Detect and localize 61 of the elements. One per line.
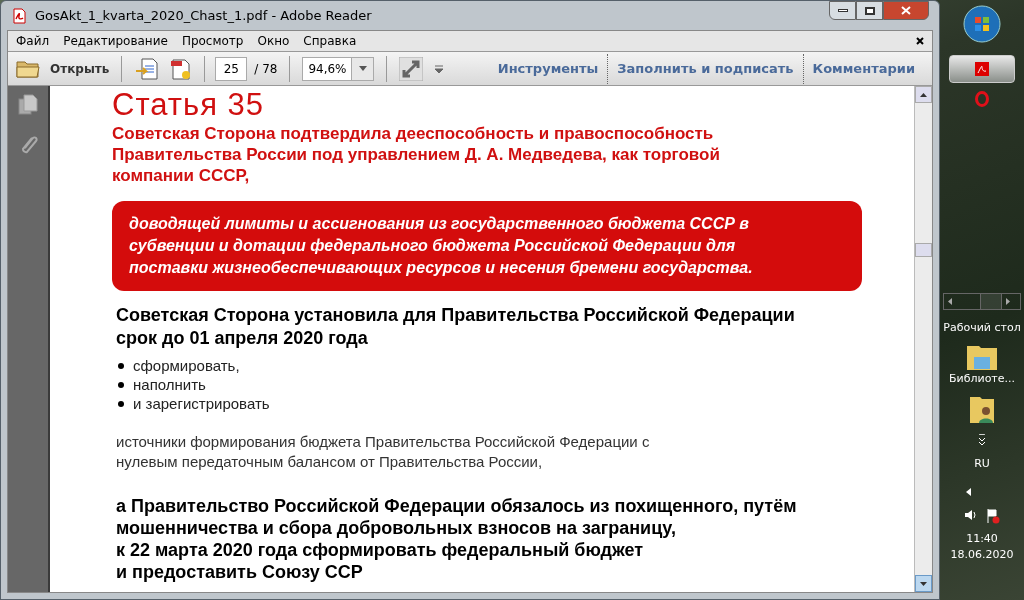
start-orb-icon[interactable] — [963, 5, 1001, 43]
pages-icon[interactable] — [18, 94, 38, 116]
pdf-icon — [975, 62, 989, 76]
expand-icon[interactable] — [399, 56, 424, 81]
clock-time[interactable]: 11:40 — [966, 530, 998, 547]
menu-item[interactable]: Просмотр — [181, 32, 244, 50]
close-icon — [901, 6, 911, 15]
overflow-icon[interactable] — [435, 64, 444, 73]
list-item: наполнить — [133, 375, 206, 394]
caret-icon — [358, 66, 367, 71]
caret-left-icon[interactable] — [966, 487, 971, 496]
language-indicator[interactable]: RU — [974, 456, 990, 473]
window-title: GosAkt_1_kvarta_2020_Chast_1.pdf - Adobe Reader — [35, 6, 372, 25]
folder-icon — [16, 58, 40, 79]
list-item: и зарегистрировать — [133, 394, 270, 413]
left-arrow-icon — [948, 298, 952, 305]
toolbar-label: Рабочий стол — [943, 320, 1021, 336]
pane-button[interactable]: Комментарии — [803, 58, 924, 79]
library-label[interactable]: Библиоте... — [948, 370, 1016, 387]
page-total: / 78 — [254, 60, 278, 78]
pane-button[interactable]: Инструменты — [488, 58, 608, 79]
paragraph-text: источники формирования бюджета Правительства Российской Федерации с нулевым передаточным балансом от Правительства России, — [116, 432, 651, 472]
pdf-icon — [11, 7, 27, 24]
menu-item[interactable]: Редактирование — [63, 32, 168, 50]
open-button[interactable]: Открыть — [16, 58, 110, 79]
chevron-down-icon[interactable] — [978, 437, 986, 446]
user-folder-icon[interactable] — [969, 395, 995, 425]
scrollbar-thumb[interactable] — [915, 243, 932, 257]
page-number-field[interactable]: 25 — [215, 56, 248, 81]
document-arrow-icon[interactable] — [134, 56, 161, 81]
menu-item[interactable]: Окно — [257, 32, 290, 50]
clock-date[interactable]: 18.06.2020 — [950, 547, 1014, 564]
minimize-button[interactable] — [829, 1, 856, 20]
scroll-up-button[interactable] — [915, 86, 932, 103]
right-arrow-icon — [1006, 298, 1010, 305]
scroll-down-button[interactable] — [915, 575, 932, 592]
bullet-icon — [118, 362, 124, 369]
scrollbar-thumb[interactable] — [981, 294, 1002, 309]
bullet-icon — [118, 381, 124, 388]
menu-item[interactable]: Справка — [303, 32, 357, 50]
conclusion-text: а Правительство Российской Федерации обязалось из похищенного, путём мошенничества и сбора добровольных взносов на заграницу, к 22 марта 2020 года сформировать федеральный бюджет и предоставить Союзу ССР — [116, 495, 798, 583]
down-arrow-icon — [920, 581, 927, 586]
highlight-box: доводящей лимиты и ассигнования из государственного бюджета СССР в субвенции и дотации федерального бюджета Российской Федерации для поставки жизнеобеспечивающих ресурсов и несения бремени государства. — [112, 201, 862, 291]
taskbar-button[interactable] — [949, 55, 1015, 83]
article-subheading: Советская Сторона подтвердила дееспособность и правоспособность Правительства России под управлением Д. А. Медведева, как торговой компании СССР, — [112, 123, 721, 186]
close-icon[interactable] — [916, 37, 924, 45]
o-icon[interactable] — [975, 91, 989, 107]
zoom-dropdown[interactable]: 94,6% — [302, 56, 375, 81]
horizontal-scrollbar[interactable] — [943, 293, 1021, 310]
up-arrow-icon — [920, 92, 927, 97]
menu-item[interactable]: Файл — [16, 32, 50, 50]
statement-text: Советская Сторона установила для Правительства Российской Федерации срок до 01 апреля 2020 года — [116, 304, 796, 350]
flag-icon[interactable] — [986, 507, 1000, 524]
close-button[interactable] — [883, 1, 929, 20]
article-heading: Статья 35 — [112, 88, 266, 122]
pane-button[interactable]: Заполнить и подписать — [608, 58, 803, 79]
user-folder-label[interactable]: _ — [979, 425, 985, 433]
speaker-icon[interactable] — [964, 507, 978, 522]
list-item: сформировать, — [133, 356, 240, 375]
maximize-button[interactable] — [856, 1, 883, 20]
bullet-icon — [118, 400, 124, 407]
